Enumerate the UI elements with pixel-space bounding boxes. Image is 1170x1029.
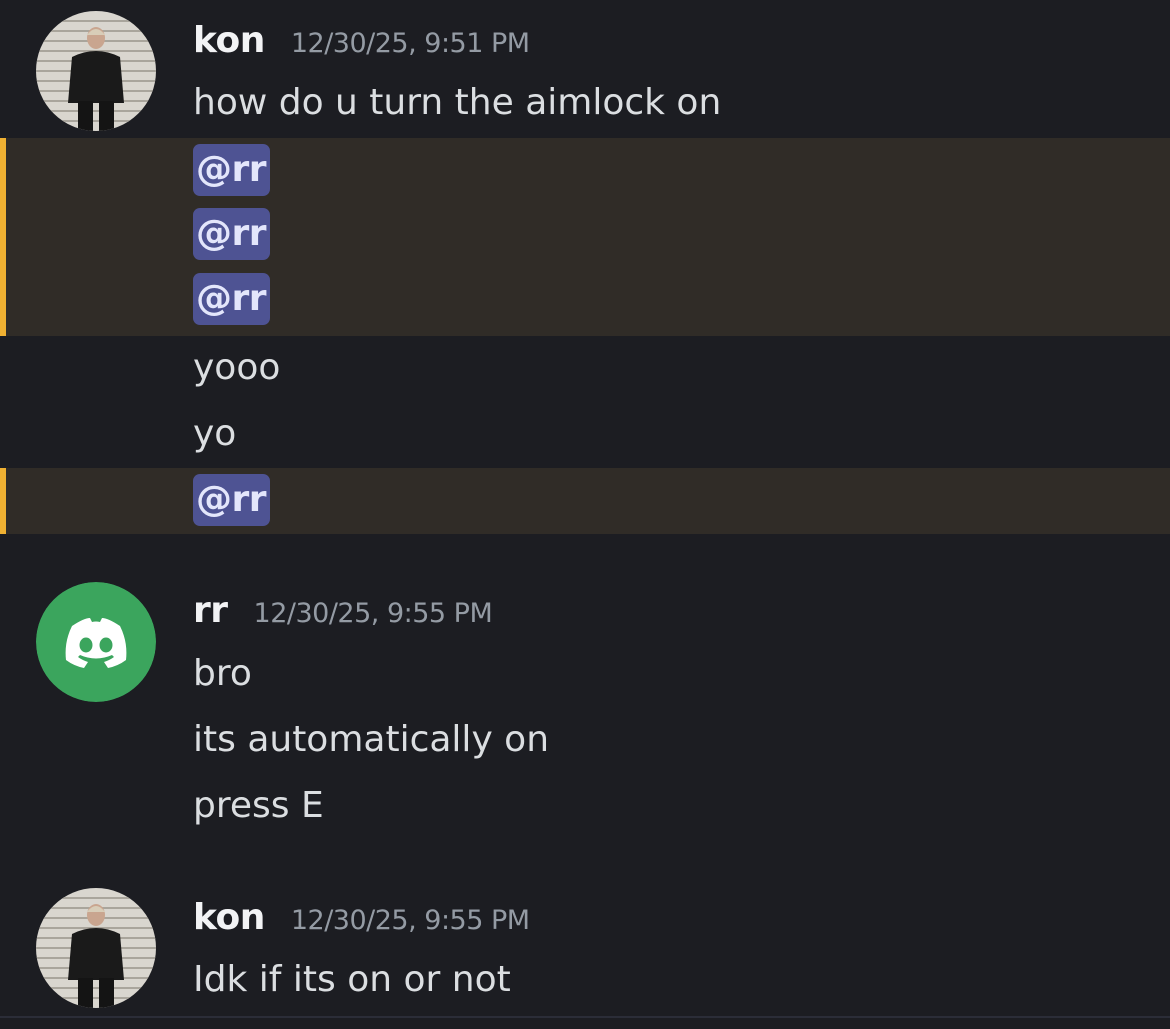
mention-bar [0, 138, 6, 336]
user-mention[interactable]: @rr [193, 273, 271, 325]
timestamp: 12/30/25, 9:51 PM [290, 28, 530, 59]
message-header: rr 12/30/25, 9:55 PM [193, 590, 493, 640]
rr-avatar[interactable] [36, 582, 156, 702]
kon-avatar[interactable] [36, 888, 156, 1008]
message-header: kon 12/30/25, 9:51 PM [193, 20, 530, 70]
message-text: how do u turn the aimlock on [193, 82, 722, 123]
mention-bar [0, 468, 6, 534]
message-text: yooo [193, 347, 281, 388]
timestamp: 12/30/25, 9:55 PM [290, 905, 530, 936]
mention-highlight [0, 468, 1170, 534]
username[interactable]: kon [193, 897, 265, 938]
message-text: bro [193, 653, 252, 694]
message-text: press E [193, 785, 324, 826]
username[interactable]: kon [193, 20, 265, 61]
kon-avatar[interactable] [36, 11, 156, 131]
mention-highlight [0, 138, 1170, 336]
message-text: yo [193, 413, 237, 454]
message-header: kon 12/30/25, 9:55 PM [193, 897, 530, 947]
message-text: its automatically on [193, 719, 550, 760]
message-text: Idk if its on or not [193, 959, 511, 1000]
timestamp: 12/30/25, 9:55 PM [253, 598, 493, 629]
user-mention[interactable]: @rr [193, 144, 271, 196]
divider [0, 1016, 1170, 1018]
user-mention[interactable]: @rr [193, 208, 271, 260]
chat-messages: kon 12/30/25, 9:51 PM how do u turn the … [0, 0, 1170, 1029]
username[interactable]: rr [193, 590, 228, 631]
user-mention[interactable]: @rr [193, 474, 271, 526]
